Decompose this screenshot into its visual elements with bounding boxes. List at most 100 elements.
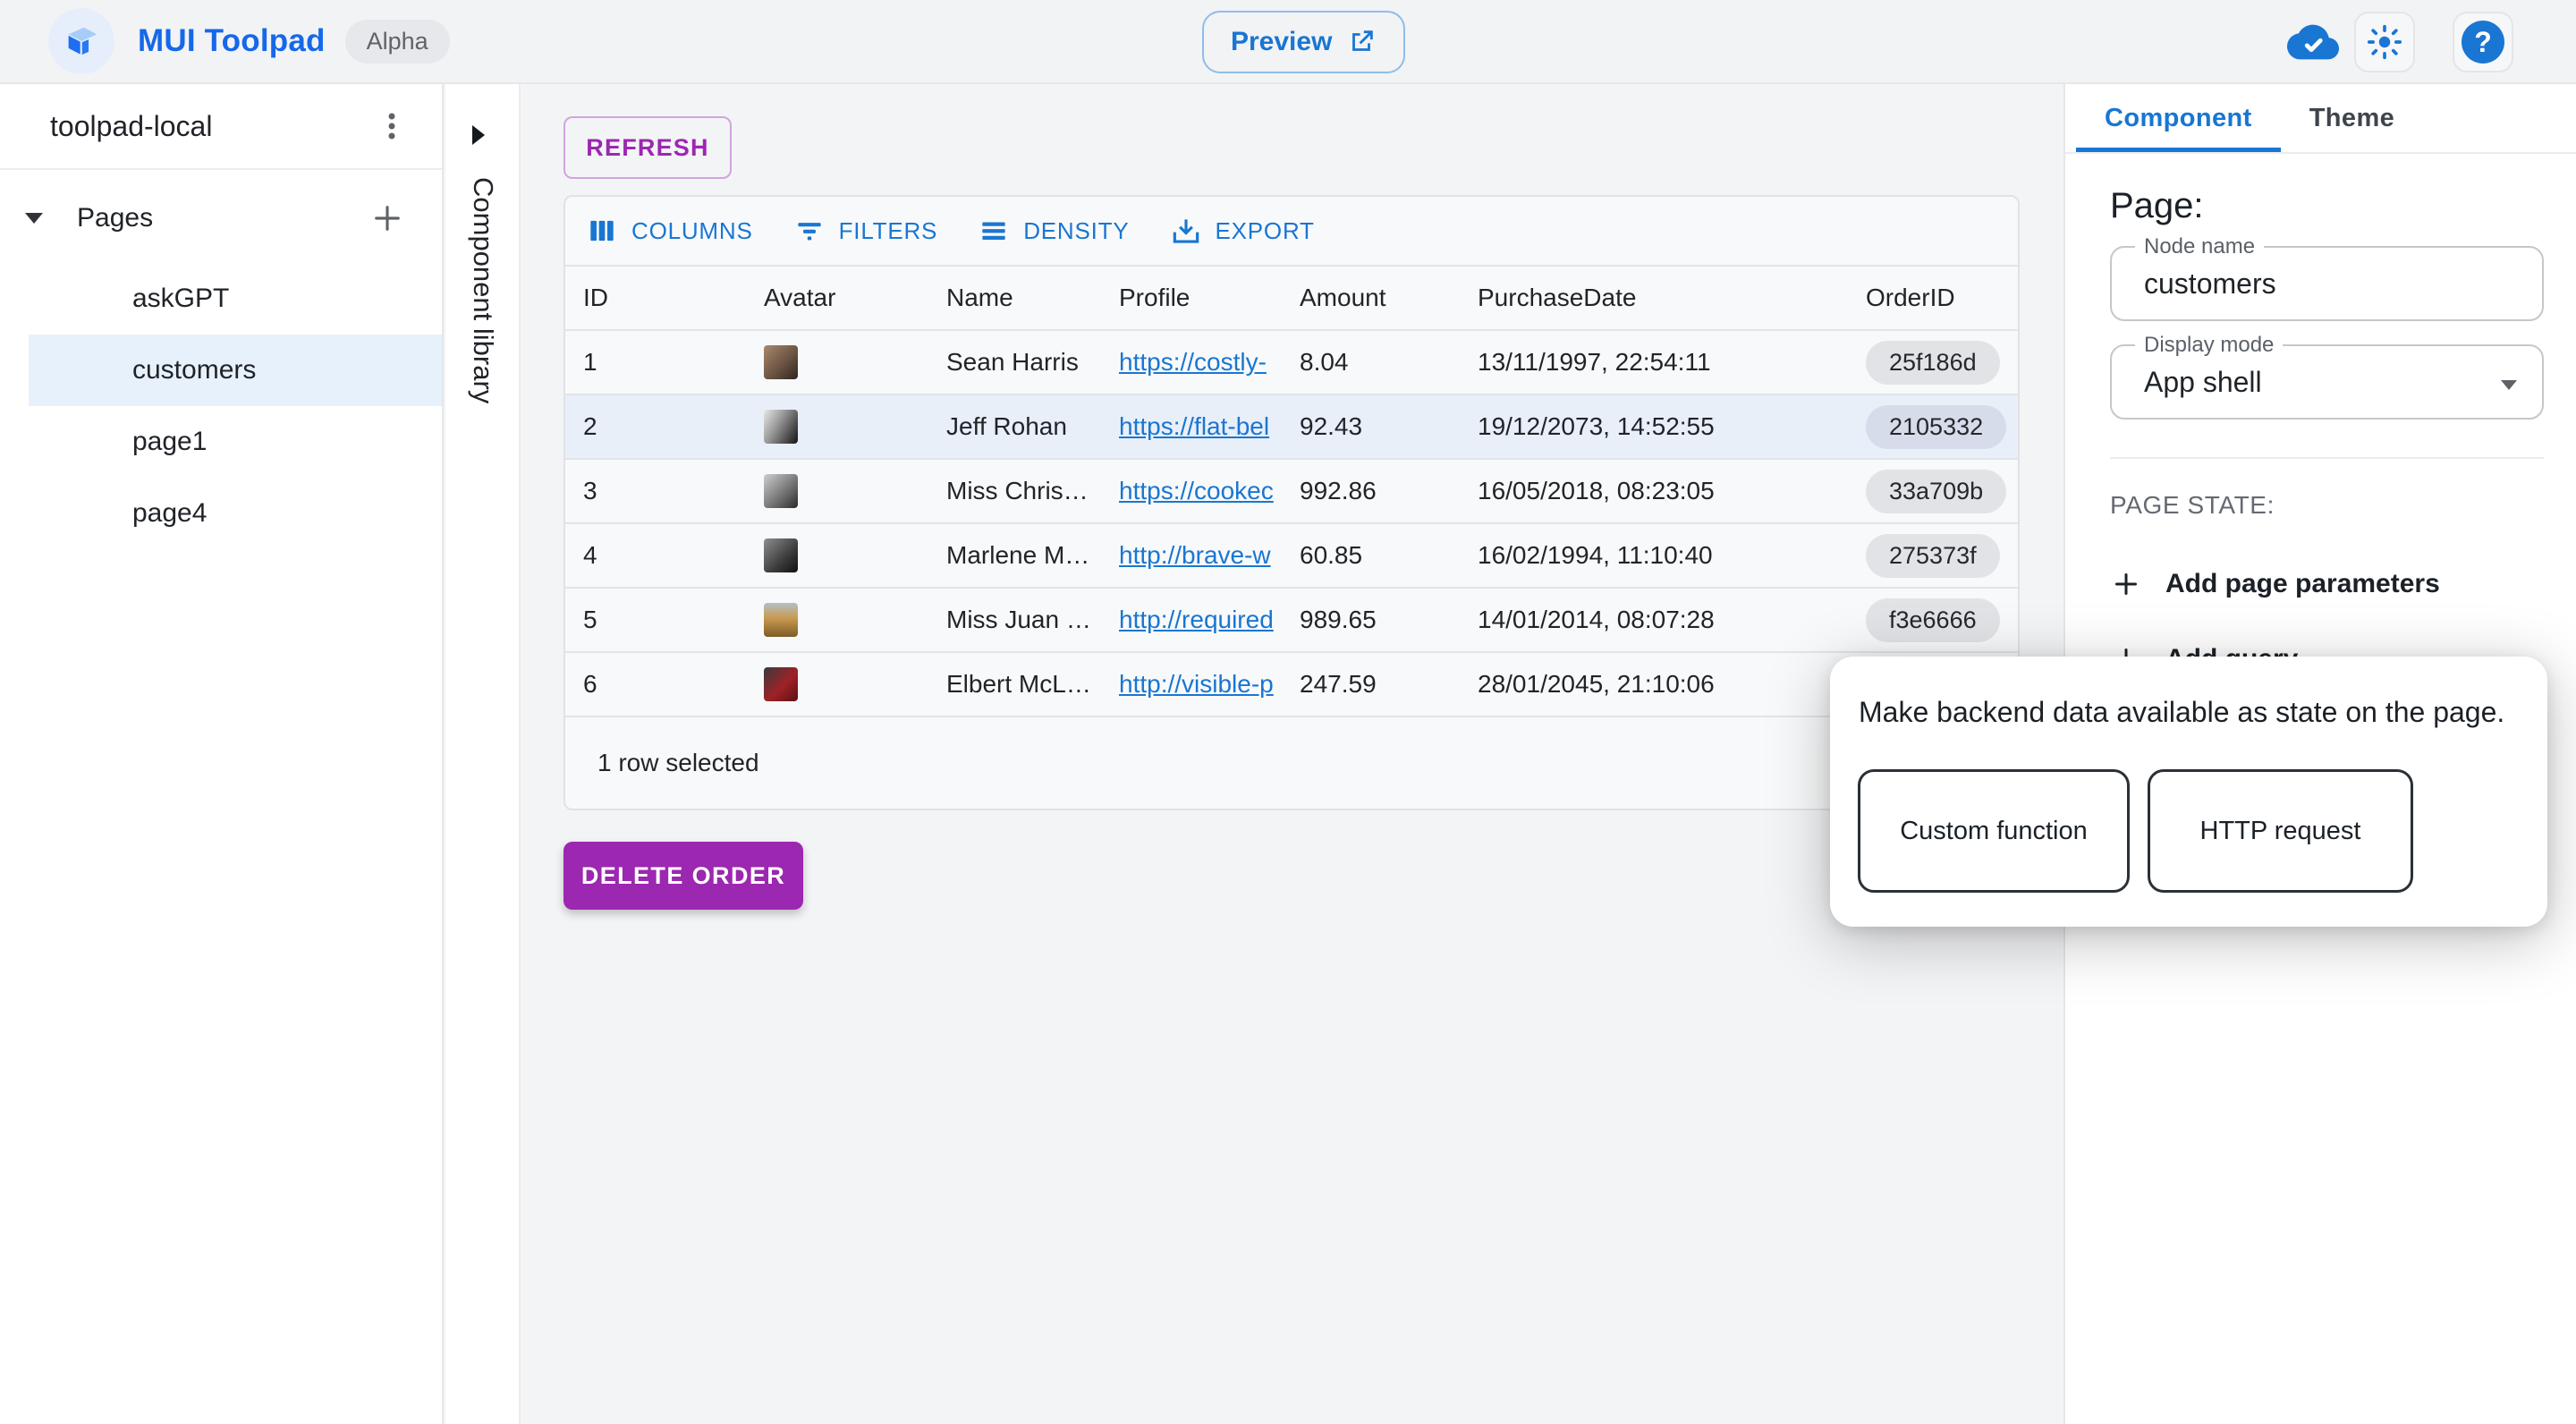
cell-amount: 989.65	[1282, 606, 1460, 634]
sidebar-item-page1[interactable]: page1	[29, 406, 442, 478]
project-name: toolpad-local	[50, 110, 374, 143]
download-icon	[1169, 214, 1203, 248]
cell-amount: 92.43	[1282, 412, 1460, 441]
cell-name: Marlene M…	[928, 541, 1101, 570]
pages-sidebar: toolpad-local Pages askGPT customers pag…	[0, 84, 444, 1424]
toolpad-logo-icon	[48, 8, 114, 74]
divider	[2110, 457, 2544, 459]
cell-id: 5	[565, 606, 746, 634]
tab-component[interactable]: Component	[2076, 84, 2281, 152]
project-header: toolpad-local	[0, 84, 442, 170]
http-request-button[interactable]: HTTP request	[2148, 769, 2413, 893]
customers-data-grid[interactable]: COLUMNS FILTERS DENSITY	[564, 195, 2020, 810]
mui-toolpad-editor: MUI Toolpad Alpha Preview	[0, 0, 2576, 1424]
delete-order-button[interactable]: DELETE ORDER	[564, 842, 803, 910]
inspector-content: Page: Node name Display mode App shell P…	[2065, 186, 2576, 675]
avatar	[764, 345, 798, 379]
node-name-label: Node name	[2135, 234, 2264, 259]
caret-down-icon	[25, 213, 43, 224]
cell-name: Miss Juan …	[928, 606, 1101, 634]
order-id-chip: 2105332	[1866, 405, 2006, 449]
chevron-down-icon	[2501, 380, 2517, 390]
profile-link[interactable]: https://flat-bel	[1119, 412, 1282, 441]
deploy-status-button[interactable]	[2286, 15, 2340, 69]
sidebar-item-customers[interactable]: customers	[29, 335, 442, 406]
preview-button[interactable]: Preview	[1202, 11, 1405, 73]
sidebar-item-page4[interactable]: page4	[29, 478, 442, 549]
refresh-button[interactable]: REFRESH	[564, 116, 732, 179]
cell-purchasedate: 16/02/1994, 11:10:40	[1460, 541, 1848, 570]
table-row[interactable]: 3 Miss Chris… https://cookec 992.86 16/0…	[565, 460, 2018, 524]
column-header-amount[interactable]: Amount	[1282, 284, 1460, 312]
node-name-field[interactable]: Node name	[2110, 246, 2544, 321]
profile-link[interactable]: https://costly-	[1119, 348, 1282, 377]
profile-link[interactable]: https://cookec	[1119, 477, 1282, 505]
column-header-purchasedate[interactable]: PurchaseDate	[1460, 284, 1848, 312]
pages-tree-header[interactable]: Pages	[0, 174, 442, 263]
columns-button-label: COLUMNS	[631, 217, 753, 245]
component-library-panel[interactable]: Component library	[445, 84, 521, 1424]
cell-id: 2	[565, 412, 746, 441]
plus-icon	[2110, 568, 2142, 600]
avatar	[764, 538, 798, 572]
cell-purchasedate: 14/01/2014, 08:07:28	[1460, 606, 1848, 634]
component-library-label: Component library	[467, 177, 499, 403]
open-in-new-icon	[1346, 27, 1377, 57]
cell-id: 1	[565, 348, 746, 377]
cell-amount: 992.86	[1282, 477, 1460, 505]
help-button[interactable]: ?	[2453, 12, 2513, 72]
sun-icon	[2365, 22, 2404, 62]
column-header-id[interactable]: ID	[565, 284, 746, 312]
add-page-parameters-button[interactable]: Add page parameters	[2110, 568, 2544, 600]
theme-toggle-button[interactable]	[2354, 12, 2415, 72]
column-header-orderid[interactable]: OrderID	[1848, 284, 2018, 312]
cell-purchasedate: 28/01/2045, 21:10:06	[1460, 670, 1848, 699]
cell-name: Sean Harris	[928, 348, 1101, 377]
sidebar-item-askgpt[interactable]: askGPT	[29, 263, 442, 335]
inspector-tabs: Component Theme	[2065, 84, 2576, 154]
cell-id: 4	[565, 541, 746, 570]
table-row[interactable]: 1 Sean Harris https://costly- 8.04 13/11…	[565, 331, 2018, 395]
table-row[interactable]: 6 Elbert McL… http://visible-p 247.59 28…	[565, 653, 2018, 717]
cell-purchasedate: 19/12/2073, 14:52:55	[1460, 412, 1848, 441]
avatar	[764, 667, 798, 701]
filter-list-icon	[792, 214, 826, 248]
help-icon: ?	[2462, 21, 2504, 64]
top-app-bar: MUI Toolpad Alpha Preview	[0, 0, 2576, 84]
custom-function-button[interactable]: Custom function	[1858, 769, 2130, 893]
caret-right-icon[interactable]	[472, 125, 485, 145]
density-button-label: DENSITY	[1023, 217, 1129, 245]
column-header-avatar[interactable]: Avatar	[746, 284, 928, 312]
table-row[interactable]: 5 Miss Juan … http://required 989.65 14/…	[565, 589, 2018, 653]
density-icon	[977, 214, 1011, 248]
cell-id: 3	[565, 477, 746, 505]
data-grid-footer: 1 row selected	[565, 717, 2018, 809]
add-page-icon[interactable]	[369, 199, 406, 237]
filters-button-label: FILTERS	[839, 217, 938, 245]
table-row-selected[interactable]: 2 Jeff Rohan https://flat-bel 92.43 19/1…	[565, 395, 2018, 460]
column-header-profile[interactable]: Profile	[1101, 284, 1282, 312]
column-header-name[interactable]: Name	[928, 284, 1101, 312]
add-query-popover: Make backend data available as state on …	[1830, 657, 2547, 927]
columns-icon	[585, 214, 619, 248]
cell-amount: 247.59	[1282, 670, 1460, 699]
export-button-label: EXPORT	[1216, 217, 1315, 245]
density-button[interactable]: DENSITY	[977, 214, 1129, 248]
order-id-chip: 25f186d	[1866, 341, 2000, 385]
preview-button-label: Preview	[1231, 27, 1332, 57]
display-mode-select[interactable]: Display mode App shell	[2110, 344, 2544, 420]
table-row[interactable]: 4 Marlene M… http://brave-w 60.85 16/02/…	[565, 524, 2018, 589]
kebab-menu-icon[interactable]	[374, 108, 410, 144]
order-id-chip: f3e6666	[1866, 598, 2000, 642]
filters-button[interactable]: FILTERS	[792, 214, 938, 248]
tab-theme[interactable]: Theme	[2281, 84, 2423, 152]
profile-link[interactable]: http://visible-p	[1119, 670, 1282, 699]
order-id-chip: 33a709b	[1866, 470, 2006, 513]
order-id-chip: 275373f	[1866, 534, 2000, 578]
export-button[interactable]: EXPORT	[1169, 214, 1315, 248]
columns-button[interactable]: COLUMNS	[585, 214, 753, 248]
cell-amount: 60.85	[1282, 541, 1460, 570]
profile-link[interactable]: http://required	[1119, 606, 1282, 634]
cloud-check-icon	[2287, 16, 2339, 68]
profile-link[interactable]: http://brave-w	[1119, 541, 1282, 570]
